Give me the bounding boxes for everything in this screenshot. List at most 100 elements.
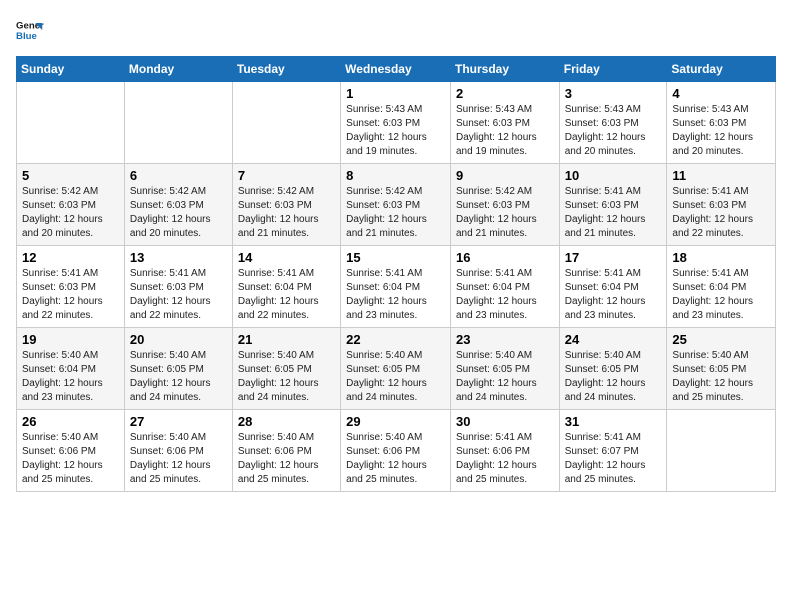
calendar-cell: 4 Sunrise: 5:43 AM Sunset: 6:03 PM Daylig… [667,82,776,164]
calendar-cell: 26Sunrise: 5:40 AM Sunset: 6:06 PM Dayli… [17,410,125,492]
calendar-cell: 30 Sunrise: 5:41 AM Sunset: 6:06 PM Dayli… [450,410,559,492]
day-info: Sunrise: 5:40 AM Sunset: 6:05 PM Dayligh… [672,349,770,405]
calendar-cell: 20 Sunrise: 5:40 AM Sunset: 6:05 PM Dayli… [124,328,232,410]
calendar-header-row: SundayMondayTuesdayWednesdayThursdayFrid… [17,57,776,82]
calendar-week-row: 26 Sunrise: 5:40 AM Sunset: 6:06 PM Dayli… [17,410,776,492]
day-number: 29 [346,414,445,429]
calendar-cell: 29 Sunrise: 5:40 AM Sunset: 6:06 PM Dayli… [341,410,451,492]
day-info: Sunrise: 5:41 AM Sunset: 6:06 PM Dayligh… [456,431,554,487]
day-info: Sunrise: 5:41 AM Sunset: 6:04 PM Dayligh… [238,267,335,323]
day-info: Sunrise: 5:41 AM Sunset: 6:03 PM Dayligh… [565,185,662,241]
calendar-cell: 8 Sunrise: 5:42 AM Sunset: 6:03 PM Daylig… [341,164,451,246]
weekday-header: Tuesday [232,57,340,82]
day-info: Sunrise: 5:40 AM Sunset: 6:05 PM Dayligh… [565,349,662,405]
day-number: 3 [565,86,662,101]
day-info: Sunrise: 5:41 AM Sunset: 6:07 PM Dayligh… [565,431,662,487]
day-info: Sunrise: 5:43 AM Sunset: 6:03 PM Dayligh… [456,103,554,159]
day-info: Sunrise: 5:40 AM Sunset: 6:06 PM Dayligh… [130,431,227,487]
calendar-cell: 22 Sunrise: 5:40 AM Sunset: 6:05 PM Dayli… [341,328,451,410]
calendar-cell: 31 Sunrise: 5:41 AM Sunset: 6:07 PM Dayli… [559,410,667,492]
calendar-week-row: 5Sunrise: 5:42 AM Sunset: 6:03 PM Daylig… [17,164,776,246]
weekday-header: Thursday [450,57,559,82]
calendar-cell: 12 Sunrise: 5:41 AM Sunset: 6:03 PM Dayli… [17,246,125,328]
day-number: 7 [238,168,335,183]
day-info: Sunrise: 5:42 AM Sunset: 6:03 PM Dayligh… [238,185,335,241]
day-number: 25 [672,332,770,347]
calendar-cell [232,82,340,164]
calendar-cell: 23 Sunrise: 5:40 AM Sunset: 6:05 PM Dayli… [450,328,559,410]
day-info: Sunrise: 5:40 AM Sunset: 6:05 PM Dayligh… [238,349,335,405]
calendar-cell: 11 Sunrise: 5:41 AM Sunset: 6:03 PM Dayli… [667,164,776,246]
calendar-cell: 5Sunrise: 5:42 AM Sunset: 6:03 PM Daylig… [17,164,125,246]
day-info: Sunrise: 5:41 AM Sunset: 6:03 PM Dayligh… [672,185,770,241]
calendar-cell: 21 Sunrise: 5:40 AM Sunset: 6:05 PM Dayli… [232,328,340,410]
weekday-header: Sunday [17,57,125,82]
day-info: Sunrise: 5:41 AM Sunset: 6:03 PM Dayligh… [22,267,119,323]
calendar-cell: 13Sunrise: 5:41 AM Sunset: 6:03 PM Dayli… [124,246,232,328]
calendar-cell: 10 Sunrise: 5:41 AM Sunset: 6:03 PM Dayli… [559,164,667,246]
calendar-cell: 16Sunrise: 5:41 AM Sunset: 6:04 PM Dayli… [450,246,559,328]
calendar-cell: 25 Sunrise: 5:40 AM Sunset: 6:05 PM Dayli… [667,328,776,410]
day-info: Sunrise: 5:43 AM Sunset: 6:03 PM Dayligh… [672,103,770,159]
day-info: Sunrise: 5:41 AM Sunset: 6:04 PM Dayligh… [565,267,662,323]
calendar-cell: 9Sunrise: 5:42 AM Sunset: 6:03 PM Daylig… [450,164,559,246]
day-number: 6 [130,168,227,183]
calendar-cell: 19 Sunrise: 5:40 AM Sunset: 6:04 PM Dayli… [17,328,125,410]
day-number: 19 [22,332,119,347]
calendar-cell: 14 Sunrise: 5:41 AM Sunset: 6:04 PM Dayli… [232,246,340,328]
calendar-cell: 3 Sunrise: 5:43 AM Sunset: 6:03 PM Daylig… [559,82,667,164]
calendar-week-row: 1 Sunrise: 5:43 AM Sunset: 6:03 PM Daylig… [17,82,776,164]
day-number: 11 [672,168,770,183]
day-number: 14 [238,250,335,265]
day-number: 20 [130,332,227,347]
day-number: 9 [456,168,554,183]
day-info: Sunrise: 5:40 AM Sunset: 6:06 PM Dayligh… [238,431,335,487]
day-info: Sunrise: 5:40 AM Sunset: 6:06 PM Dayligh… [346,431,445,487]
day-number: 17 [565,250,662,265]
calendar-cell [124,82,232,164]
calendar-cell: 17 Sunrise: 5:41 AM Sunset: 6:04 PM Dayli… [559,246,667,328]
calendar-week-row: 19 Sunrise: 5:40 AM Sunset: 6:04 PM Dayli… [17,328,776,410]
day-number: 4 [672,86,770,101]
logo: General Blue [16,16,48,44]
day-number: 28 [238,414,335,429]
day-info: Sunrise: 5:43 AM Sunset: 6:03 PM Dayligh… [565,103,662,159]
day-info: Sunrise: 5:40 AM Sunset: 6:05 PM Dayligh… [456,349,554,405]
svg-text:Blue: Blue [16,31,37,42]
weekday-header: Friday [559,57,667,82]
day-number: 26 [22,414,119,429]
calendar-cell: 2Sunrise: 5:43 AM Sunset: 6:03 PM Daylig… [450,82,559,164]
day-info: Sunrise: 5:42 AM Sunset: 6:03 PM Dayligh… [22,185,119,241]
calendar-cell: 6 Sunrise: 5:42 AM Sunset: 6:03 PM Daylig… [124,164,232,246]
calendar-table: SundayMondayTuesdayWednesdayThursdayFrid… [16,56,776,492]
day-number: 10 [565,168,662,183]
calendar-cell: 24 Sunrise: 5:40 AM Sunset: 6:05 PM Dayli… [559,328,667,410]
day-number: 21 [238,332,335,347]
calendar-cell [667,410,776,492]
day-number: 31 [565,414,662,429]
calendar-cell: 15Sunrise: 5:41 AM Sunset: 6:04 PM Dayli… [341,246,451,328]
day-number: 12 [22,250,119,265]
day-info: Sunrise: 5:41 AM Sunset: 6:04 PM Dayligh… [672,267,770,323]
day-number: 8 [346,168,445,183]
day-info: Sunrise: 5:40 AM Sunset: 6:05 PM Dayligh… [130,349,227,405]
calendar-cell: 1 Sunrise: 5:43 AM Sunset: 6:03 PM Daylig… [341,82,451,164]
day-info: Sunrise: 5:41 AM Sunset: 6:03 PM Dayligh… [130,267,227,323]
day-info: Sunrise: 5:40 AM Sunset: 6:04 PM Dayligh… [22,349,119,405]
day-number: 1 [346,86,445,101]
day-info: Sunrise: 5:40 AM Sunset: 6:05 PM Dayligh… [346,349,445,405]
calendar-cell: 27 Sunrise: 5:40 AM Sunset: 6:06 PM Dayli… [124,410,232,492]
day-info: Sunrise: 5:41 AM Sunset: 6:04 PM Dayligh… [456,267,554,323]
day-number: 30 [456,414,554,429]
weekday-header: Monday [124,57,232,82]
day-info: Sunrise: 5:42 AM Sunset: 6:03 PM Dayligh… [346,185,445,241]
day-info: Sunrise: 5:43 AM Sunset: 6:03 PM Dayligh… [346,103,445,159]
logo-icon: General Blue [16,16,44,44]
day-number: 23 [456,332,554,347]
calendar-cell: 28 Sunrise: 5:40 AM Sunset: 6:06 PM Dayli… [232,410,340,492]
day-number: 27 [130,414,227,429]
day-number: 24 [565,332,662,347]
calendar-week-row: 12 Sunrise: 5:41 AM Sunset: 6:03 PM Dayli… [17,246,776,328]
day-info: Sunrise: 5:42 AM Sunset: 6:03 PM Dayligh… [130,185,227,241]
day-number: 22 [346,332,445,347]
